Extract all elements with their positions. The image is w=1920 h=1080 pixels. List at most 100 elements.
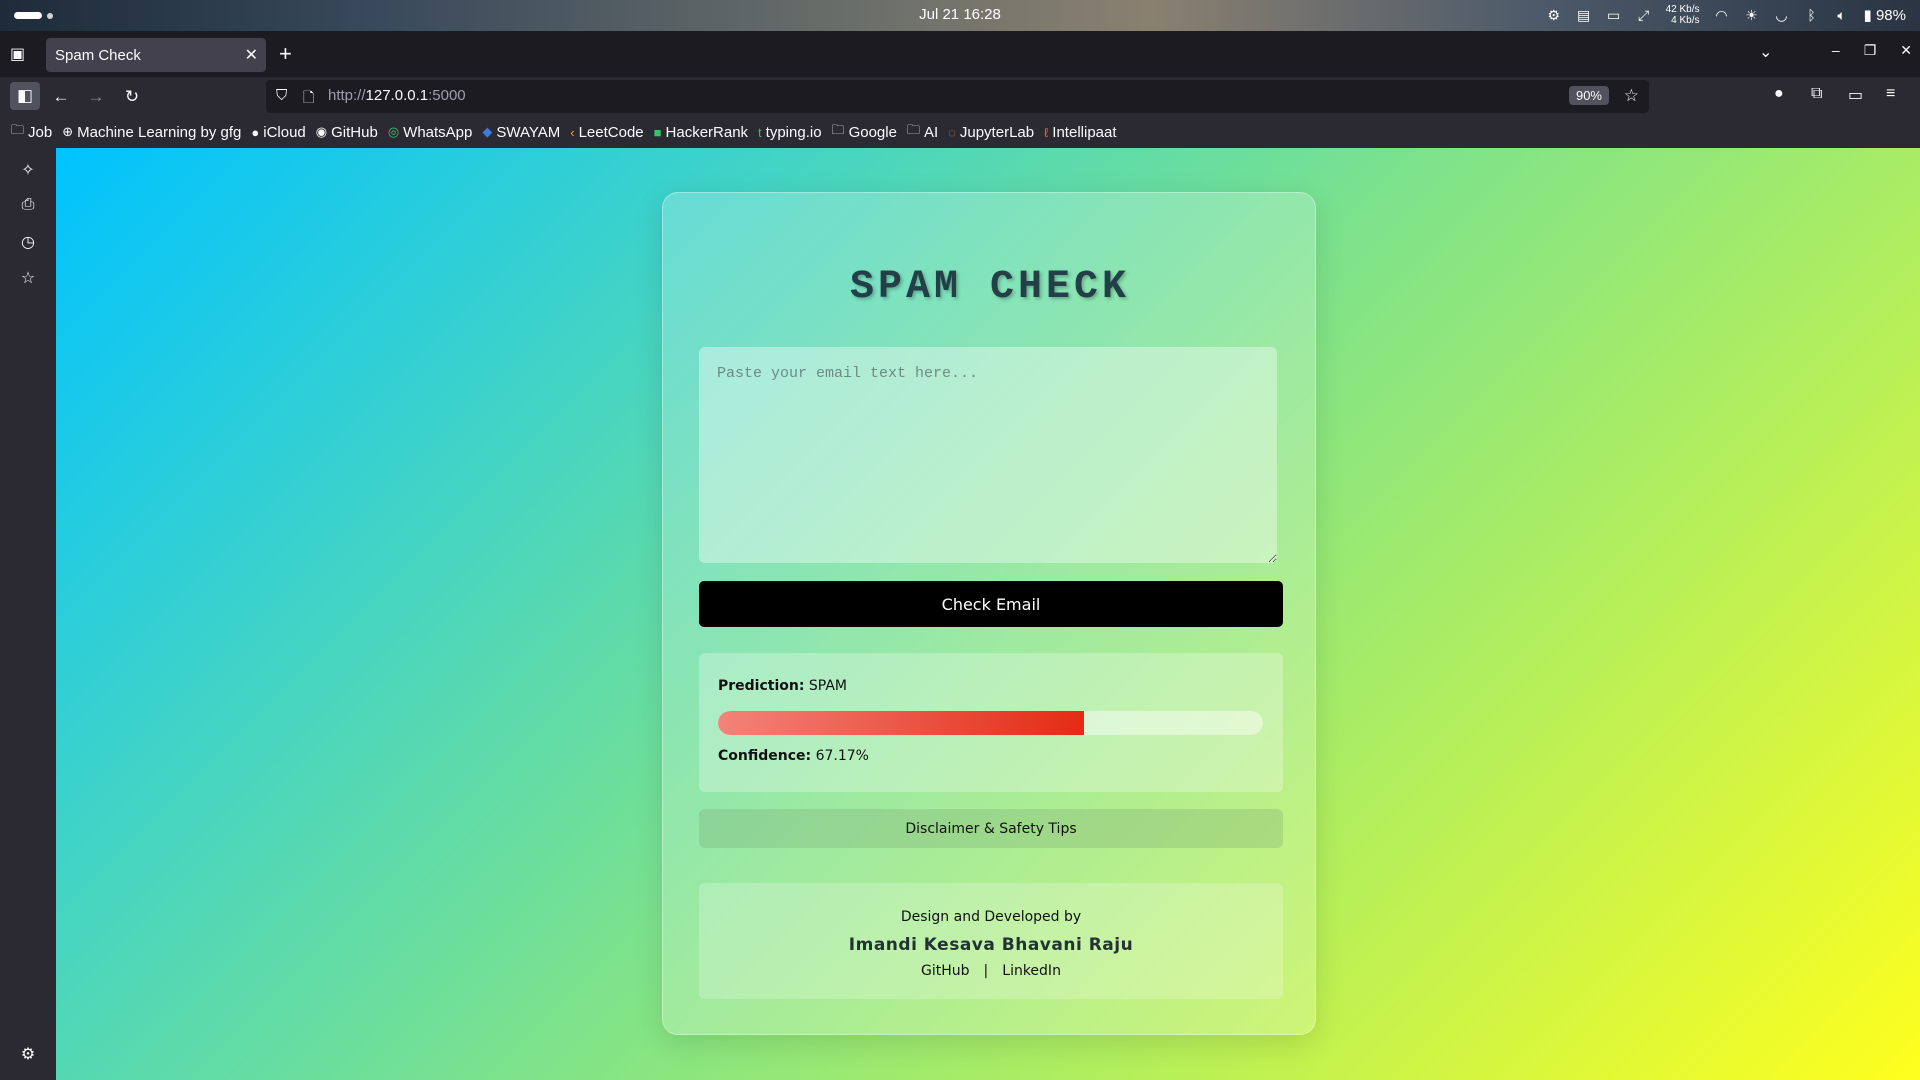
page-viewport: SPAM CHECK Check Email Prediction: SPAM …	[56, 148, 1920, 1080]
url-scheme: http://	[328, 87, 366, 104]
url-bar[interactable]: ⛉ 🗋︎ http://127.0.0.1:5000 90% ☆	[266, 80, 1649, 113]
bookmark-label: SWAYAM	[496, 123, 561, 141]
leetcode-icon: ‹	[570, 124, 575, 140]
forward-icon[interactable]: →	[84, 85, 108, 109]
new-tab-icon[interactable]: +	[279, 41, 292, 67]
sidebar-toggle-icon[interactable]: ◧	[10, 82, 40, 110]
bookmark-hackerrank[interactable]: ■ HackerRank	[654, 124, 748, 141]
bookmark-label: GitHub	[331, 123, 378, 141]
bookmark-label: typing.io	[765, 123, 822, 141]
bookmark-machine-learning[interactable]: ⊕ Machine Learning by gfg	[62, 124, 241, 141]
bookmark-label: AI	[923, 123, 939, 141]
bookmark-job[interactable]: 🗀︎ Job	[11, 121, 52, 143]
browser-tab-strip: ▣ Spam Check ✕ + ⌄ – ❐ ✕	[0, 31, 1920, 77]
url-text[interactable]: http://127.0.0.1:5000	[328, 87, 466, 104]
bookmark-label: LeetCode	[578, 123, 644, 141]
bookmark-label: Google	[848, 123, 897, 141]
minimize-icon[interactable]: –	[1832, 42, 1840, 59]
chevron-down-icon[interactable]: ⌄	[1759, 42, 1772, 62]
typing-icon: t	[758, 124, 762, 140]
battery-icon: ▮	[1863, 7, 1872, 24]
bookmark-label: JupyterLab	[959, 123, 1035, 141]
bookmark-star-icon[interactable]: ☆	[1624, 86, 1639, 106]
footer-caption: Design and Developed by	[900, 909, 1082, 925]
bookmark-typing-io[interactable]: t typing.io	[758, 124, 822, 141]
bookmark-leetcode[interactable]: ‹ LeetCode	[570, 124, 643, 141]
network-speed: 42 Kb/s 4 Kb/s	[1666, 4, 1700, 26]
wifi-icon[interactable]: ◡	[1774, 7, 1790, 23]
folder-icon: 🗀︎	[11, 122, 25, 137]
url-port: :5000	[428, 87, 466, 104]
spam-check-card: SPAM CHECK Check Email Prediction: SPAM …	[662, 192, 1316, 1035]
prediction-label: Prediction:	[718, 678, 805, 694]
settings-gear-icon[interactable]: ⚙	[18, 1044, 38, 1064]
close-window-icon[interactable]: ✕	[1900, 42, 1912, 59]
confidence-value: 67.17%	[815, 748, 869, 764]
link-separator: |	[983, 963, 989, 979]
cpu-monitor-icon[interactable]: ⚙	[1546, 7, 1562, 23]
clipboard-icon[interactable]: ▤	[1576, 7, 1592, 23]
prediction-value: SPAM	[808, 678, 848, 694]
account-avatar-icon[interactable]: ●	[1774, 85, 1784, 103]
browser-sidebar: ✧ ⎙ ◷ ☆ ⚙	[0, 148, 56, 1080]
ai-chat-icon[interactable]: ✧	[18, 160, 38, 180]
brightness-icon[interactable]: ☀	[1744, 7, 1760, 23]
net-up-value: 42 Kb/s	[1665, 4, 1700, 15]
folder-icon: 🗀︎	[906, 122, 920, 137]
shield-icon[interactable]: ⛉	[276, 87, 287, 104]
bookmark-icloud[interactable]: ● iCloud	[251, 124, 305, 141]
bookmark-ai[interactable]: 🗀︎ AI	[907, 121, 938, 143]
github-link[interactable]: GitHub	[921, 963, 970, 979]
window-controls: – ❐ ✕	[1832, 42, 1912, 59]
reload-icon[interactable]: ↻	[120, 85, 144, 109]
swayam-icon: ◆	[482, 124, 493, 139]
globe-icon: ⊕	[62, 124, 74, 139]
whatsapp-icon: ◎	[387, 124, 400, 139]
email-text-input[interactable]	[699, 347, 1277, 563]
screen-resize-icon[interactable]: ⤢	[1636, 7, 1652, 23]
page-footer: Design and Developed by Imandi Kesava Bh…	[699, 883, 1283, 999]
hackerrank-icon: ■	[653, 124, 662, 140]
volume-icon[interactable]: 🔈︎	[1834, 7, 1850, 23]
linkedin-link[interactable]: LinkedIn	[1002, 963, 1061, 979]
zoom-level-badge[interactable]: 90%	[1568, 86, 1609, 105]
bookmark-intellipaat[interactable]: ℓ Intellipaat	[1044, 124, 1116, 141]
bookmarks-star-icon[interactable]: ☆	[18, 268, 38, 288]
close-tab-icon[interactable]: ✕	[245, 45, 258, 65]
history-icon[interactable]: ◷	[18, 232, 38, 252]
cast-icon[interactable]: ▭	[1848, 85, 1863, 105]
bookmarks-bar: 🗀︎ Job ⊕ Machine Learning by gfg ● iCloud ◉…	[0, 116, 1920, 148]
bookmark-jupyterlab[interactable]: ◌ JupyterLab	[948, 124, 1034, 141]
footer-links: GitHub | LinkedIn	[699, 963, 1283, 979]
page-title: SPAM CHECK	[849, 265, 1131, 310]
synced-tabs-icon[interactable]: ⎙	[18, 196, 38, 216]
bookmark-github[interactable]: ◉ GitHub	[316, 124, 378, 141]
tab-title: Spam Check	[55, 46, 141, 64]
bookmark-whatsapp[interactable]: ◎ WhatsApp	[388, 124, 473, 141]
menu-icon[interactable]: ≡	[1886, 85, 1895, 103]
bookmark-label: WhatsApp	[403, 123, 473, 141]
bookmark-label: HackerRank	[665, 123, 749, 141]
confidence-label: Confidence:	[718, 748, 812, 764]
bookmark-label: Intellipaat	[1052, 123, 1117, 141]
tab-spam-check[interactable]: Spam Check ✕	[46, 38, 266, 72]
bookmark-label: Job	[28, 123, 53, 141]
drive-icon[interactable]: ▭	[1606, 7, 1622, 23]
bookmark-label: iCloud	[263, 123, 306, 141]
back-icon[interactable]: ←	[49, 85, 73, 109]
os-top-bar: Jul 21 16:28 ⚙ ▤ ▭ ⤢ 42 Kb/s 4 Kb/s ◠ ☀ ◡…	[0, 0, 1920, 31]
bookmark-swayam[interactable]: ◆ SWAYAM	[482, 124, 560, 141]
tab-list-icon[interactable]: ▣	[10, 44, 30, 64]
prediction-line: Prediction: SPAM	[718, 678, 847, 694]
bluetooth-icon[interactable]: ᛒ	[1804, 7, 1820, 23]
headset-icon[interactable]: ◠	[1714, 7, 1730, 23]
page-info-icon[interactable]: 🗋︎	[303, 87, 314, 111]
battery-indicator[interactable]: ▮ 98%	[1864, 6, 1906, 24]
folder-icon: 🗀︎	[831, 122, 845, 137]
restore-icon[interactable]: ❐	[1864, 42, 1877, 59]
extensions-icon[interactable]: ⧉	[1811, 85, 1822, 103]
disclaimer-toggle-button[interactable]: Disclaimer & Safety Tips	[699, 809, 1283, 848]
bookmark-google[interactable]: 🗀︎ Google	[832, 121, 897, 143]
check-email-button[interactable]: Check Email	[699, 581, 1283, 627]
confidence-bar-fill	[718, 711, 1085, 735]
